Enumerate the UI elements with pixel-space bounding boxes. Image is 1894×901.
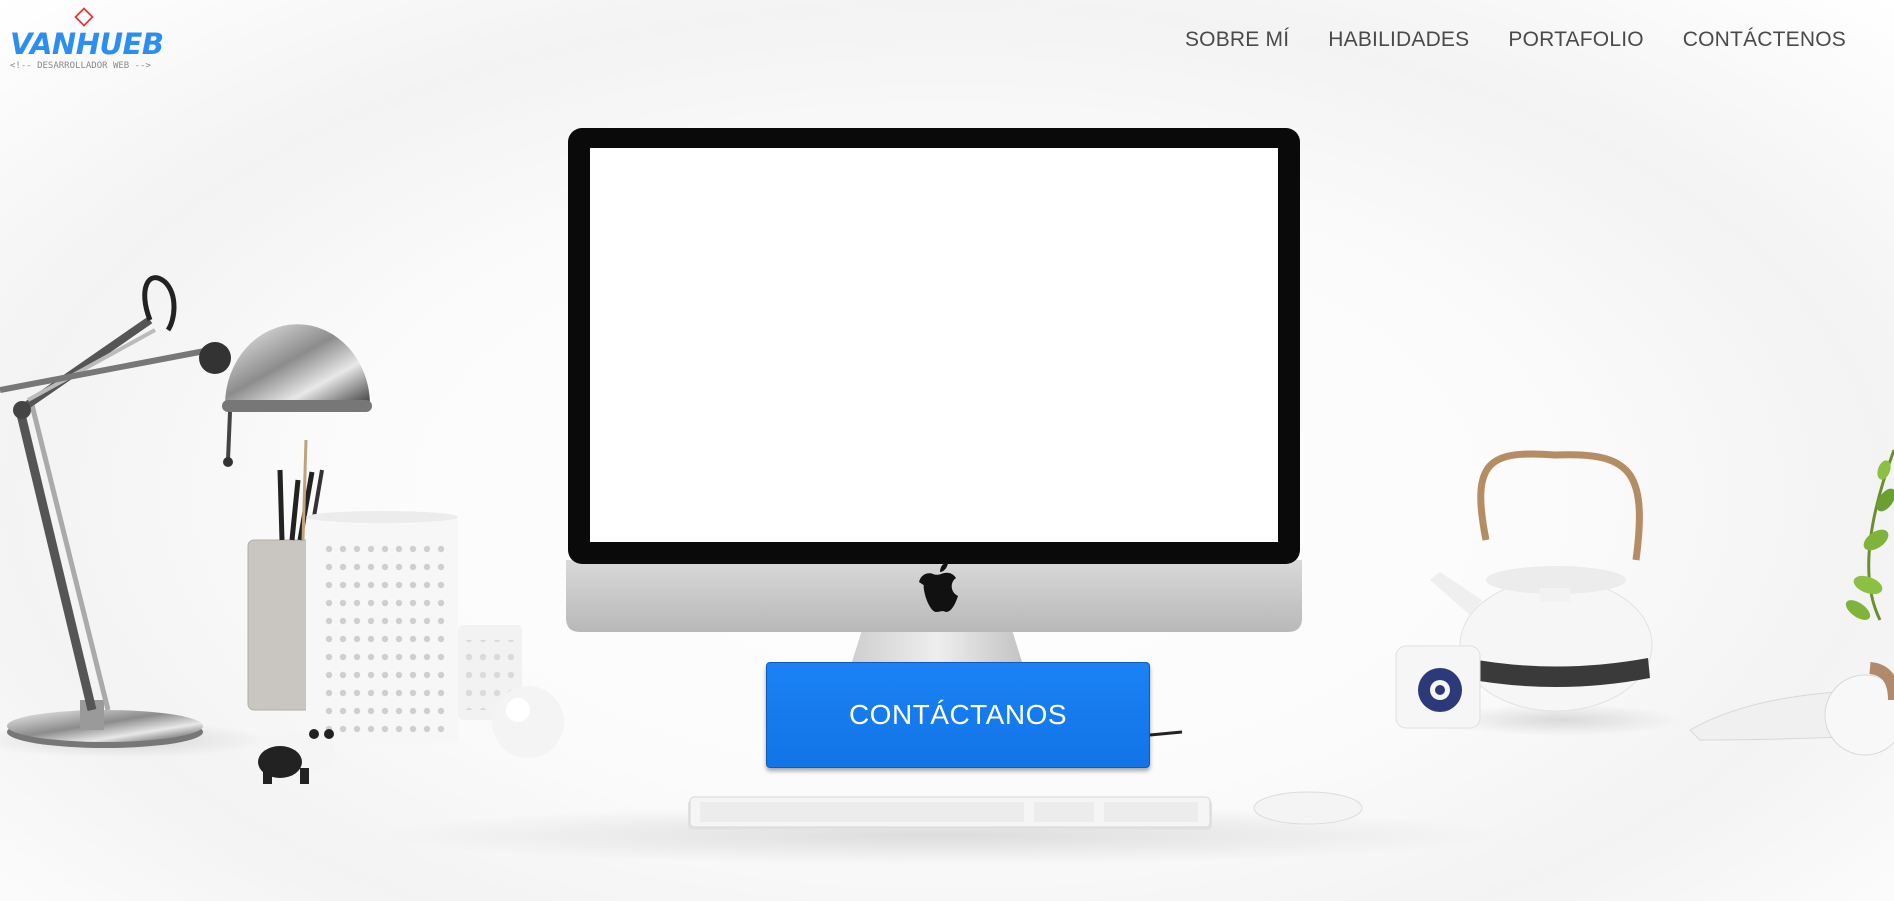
diamond-logo-icon — [74, 7, 94, 27]
mouse — [1253, 791, 1363, 825]
hero-section: VANHUEB <!-- DESARROLLADOR WEB --> SOBRE… — [0, 0, 1894, 901]
nav-link-habilidades[interactable]: HABILIDADES — [1328, 28, 1469, 51]
nav-link-contactenos[interactable]: CONTÁCTENOS — [1683, 28, 1846, 51]
keyboard — [688, 796, 1212, 830]
small-candle — [458, 625, 564, 758]
nav-menu: SOBRE MÍ HABILIDADES PORTAFOLIO CONTÁCTE… — [1185, 28, 1846, 52]
top-navbar: VANHUEB <!-- DESARROLLADOR WEB --> SOBRE… — [0, 0, 1894, 80]
contact-cta-button[interactable]: CONTÁCTANOS — [766, 662, 1150, 768]
plant — [1845, 449, 1894, 621]
imac-monitor — [566, 128, 1302, 662]
site-logo[interactable]: VANHUEB <!-- DESARROLLADOR WEB --> — [8, 5, 168, 75]
nav-link-sobre-mi[interactable]: SOBRE MÍ — [1185, 28, 1289, 51]
dotted-cup — [306, 511, 458, 743]
headphones — [1689, 662, 1894, 756]
logo-title: VANHUEB — [10, 27, 164, 61]
nav-link-portafolio[interactable]: PORTAFOLIO — [1508, 28, 1643, 51]
tea-cup — [1395, 645, 1481, 729]
logo-subtitle: <!-- DESARROLLADOR WEB --> — [10, 61, 151, 71]
